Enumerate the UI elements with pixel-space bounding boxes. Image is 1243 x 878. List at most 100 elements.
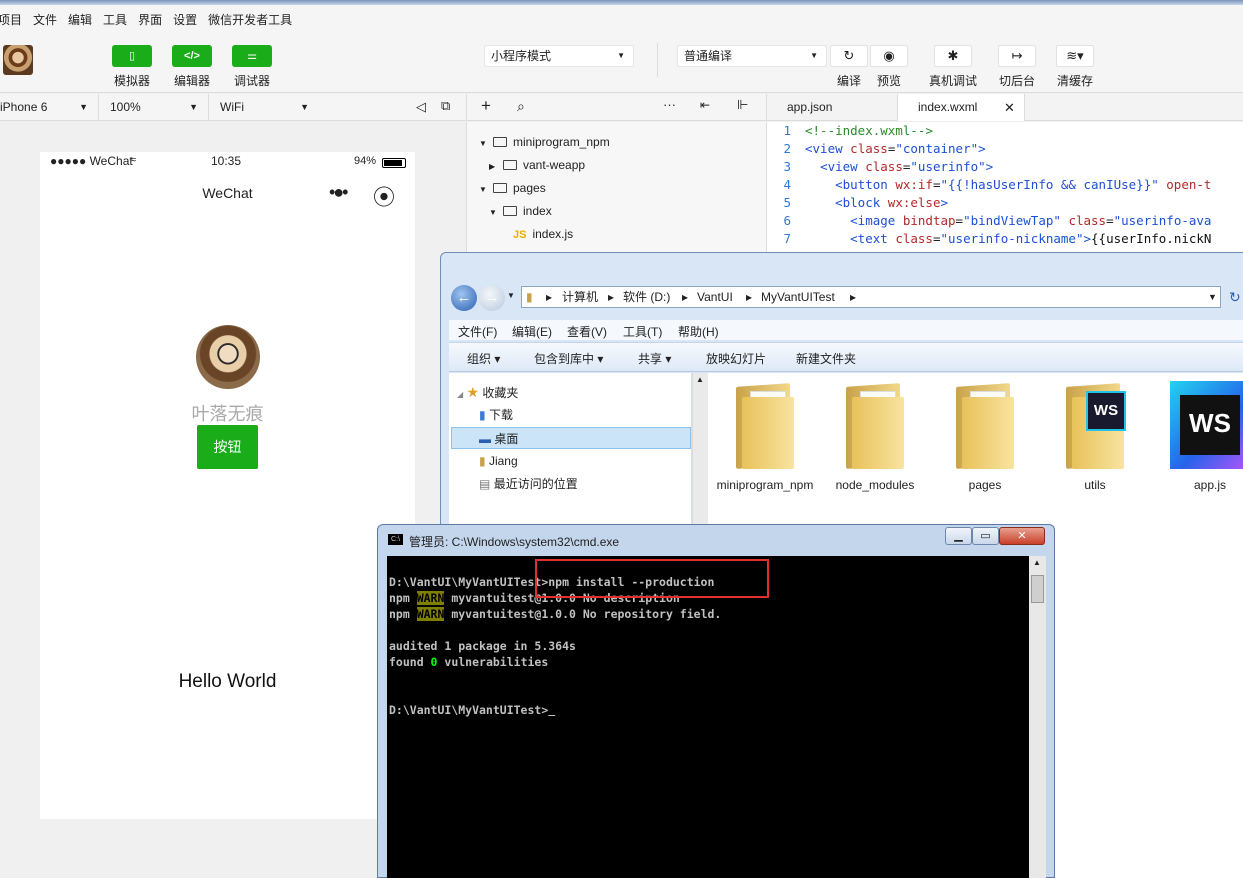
scroll-thumb[interactable] [1031, 575, 1044, 603]
line-number: 7 [783, 231, 791, 246]
network-select-value: WiFi [220, 100, 244, 114]
divider [657, 43, 658, 77]
nav-desktop[interactable]: ▬ 桌面 [451, 427, 691, 449]
preview-button[interactable]: ◉ 预览 [869, 45, 909, 89]
eye-icon: ◉ [870, 45, 908, 67]
cmd-console[interactable]: D:\VantUI\MyVantUITest>npm install --pro… [387, 556, 1029, 878]
debugger-toggle[interactable]: ⚌ 调试器 [232, 45, 272, 89]
organize-button[interactable]: 组织 ▾ [467, 350, 500, 367]
folder-icon[interactable] [842, 379, 908, 471]
scroll-up-icon[interactable]: ▲ [1033, 558, 1041, 567]
compile-select[interactable]: 普通编译 ▼ [677, 45, 827, 67]
webstorm-file-icon[interactable]: WS [1170, 381, 1243, 469]
nav-downloads[interactable]: ▮ 下载 [479, 404, 513, 426]
tree-item-index-js[interactable]: JS index.js [513, 224, 573, 244]
layout-icon[interactable]: ⊩ [737, 97, 748, 113]
simulator-toggle[interactable]: ▯ 模拟器 [112, 45, 152, 89]
menu-file[interactable]: 文件(F) [458, 323, 497, 340]
folder-icon [503, 206, 517, 216]
include-library-button[interactable]: 包含到库中 ▾ [534, 350, 603, 367]
real-debug-button[interactable]: ✱ 真机调试 [929, 45, 977, 89]
close-target-icon[interactable]: ⦿ [373, 180, 395, 212]
forward-arrow-icon[interactable]: → [479, 285, 505, 311]
device-select[interactable]: iPhone 6 ▼ [0, 94, 99, 120]
item-label[interactable]: pages [935, 477, 1035, 494]
menu-project[interactable]: 项目 [0, 11, 22, 28]
menu-view[interactable]: 查看(V) [567, 323, 607, 340]
nav-jiang[interactable]: ▮ Jiang [479, 450, 518, 472]
mini-button[interactable]: 按钮 [197, 425, 258, 469]
battery-percent: 94% [354, 155, 377, 167]
back-arrow-icon[interactable]: ← [451, 285, 477, 311]
menu-devtools[interactable]: 微信开发者工具 [208, 11, 292, 28]
menu-view[interactable]: 界面 [138, 11, 162, 28]
close-button[interactable]: ✕ [999, 527, 1045, 545]
close-icon[interactable]: ✕ [1004, 94, 1015, 121]
caret-down-icon: ▼ [479, 139, 487, 148]
breadcrumb-myvantuitest[interactable]: MyVantUITest [761, 287, 835, 307]
folder-icon[interactable] [952, 379, 1018, 471]
user-nickname: 叶落无痕 [191, 404, 264, 424]
nav-favorites[interactable]: ◢ ★ 收藏夹 [457, 381, 518, 403]
tree-item-pages[interactable]: ▼ pages [479, 178, 546, 198]
nav-recent-places[interactable]: ▤ 最近访问的位置 [479, 473, 578, 495]
minimize-button[interactable]: ▁ [945, 527, 972, 545]
user-avatar-small[interactable] [3, 45, 33, 75]
breadcrumb-vantui[interactable]: VantUI [697, 287, 733, 307]
debugger-label: 调试器 [233, 74, 270, 88]
scroll-up-icon[interactable]: ▲ [696, 375, 704, 384]
mode-select[interactable]: 小程序模式 ▼ [484, 45, 634, 67]
menu-settings[interactable]: 设置 [173, 11, 197, 28]
menu-tools[interactable]: 工具 [103, 11, 127, 28]
signal-label: ●●●●● WeChat [50, 154, 133, 168]
wifi-icon: ≈ [130, 154, 137, 166]
tree-item-label: miniprogram_npm [513, 135, 610, 149]
layers-icon: ≋▾ [1056, 45, 1094, 67]
history-dropdown-icon[interactable]: ▼ [507, 291, 515, 300]
line-number: 6 [783, 213, 791, 228]
more-icon[interactable]: ··· [663, 97, 676, 112]
menu-help[interactable]: 帮助(H) [678, 323, 719, 340]
menu-edit[interactable]: 编辑 [68, 11, 92, 28]
more-dots-icon[interactable]: •●• [329, 182, 349, 203]
toolbar: ▯ 模拟器 </> 编辑器 ⚌ 调试器 小程序模式 ▼ 普通编译 ▼ ↻ 编译 … [0, 33, 1243, 93]
maximize-button[interactable]: ▭ [972, 527, 999, 545]
search-icon[interactable]: ⌕ [517, 98, 525, 115]
tab-app-json[interactable]: app.json [767, 94, 892, 121]
cmd-scrollbar[interactable]: ▲ [1029, 556, 1046, 878]
battery-icon [382, 158, 406, 168]
zoom-select[interactable]: 100% ▼ [99, 94, 209, 120]
cmd-icon: C:\ [388, 534, 403, 545]
tree-item-vant-weapp[interactable]: ▶ vant-weapp [489, 155, 585, 175]
background-button[interactable]: ↦ 切后台 [997, 45, 1037, 89]
item-label[interactable]: node_modules [825, 477, 925, 494]
tree-item-miniprogram-npm[interactable]: ▼ miniprogram_npm [479, 132, 610, 152]
item-label[interactable]: app.js [1160, 477, 1243, 494]
folder-icon[interactable]: WS [1062, 379, 1128, 471]
address-dropdown-icon[interactable]: ▼ [1208, 287, 1217, 307]
add-icon[interactable]: + [481, 96, 491, 116]
menu-edit[interactable]: 编辑(E) [512, 323, 552, 340]
item-label[interactable]: utils [1045, 477, 1145, 494]
breadcrumb-computer[interactable]: 计算机 [562, 287, 598, 307]
item-label[interactable]: miniprogram_npm [715, 477, 815, 494]
menu-tools[interactable]: 工具(T) [623, 323, 662, 340]
breadcrumb-drive[interactable]: 软件 (D:) [623, 287, 670, 307]
share-button[interactable]: 共享 ▾ [638, 350, 671, 367]
new-folder-button[interactable]: 新建文件夹 [796, 350, 856, 367]
tree-item-index[interactable]: ▼ index [489, 201, 552, 221]
clear-cache-button[interactable]: ≋▾ 清缓存 [1055, 45, 1095, 89]
speaker-icon[interactable]: ◁ [416, 99, 426, 115]
capsule-menu[interactable]: •●• ⦿ [329, 182, 409, 210]
collapse-icon[interactable]: ⇤ [700, 98, 710, 112]
menu-file[interactable]: 文件 [33, 11, 57, 28]
cmd-titlebar[interactable]: C:\ 管理员: C:\Windows\system32\cmd.exe ▁ ▭… [378, 525, 1054, 555]
editor-toggle[interactable]: </> 编辑器 [172, 45, 212, 89]
refresh-icon[interactable]: ↻ [1229, 289, 1241, 306]
slideshow-button[interactable]: 放映幻灯片 [706, 350, 766, 367]
folder-icon[interactable] [732, 379, 798, 471]
popout-icon[interactable]: ⧉ [441, 98, 450, 114]
tab-index-wxml[interactable]: index.wxml ✕ [897, 94, 1025, 121]
address-bar[interactable]: ▮ ▸ 计算机 ▸ 软件 (D:) ▸ VantUI ▸ MyVantUITes… [521, 286, 1221, 308]
network-select[interactable]: WiFi ▼ [209, 94, 319, 120]
